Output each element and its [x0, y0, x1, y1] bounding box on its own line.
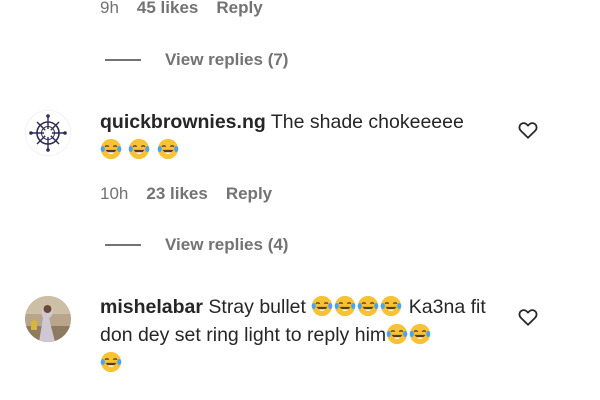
face-with-tears-of-joy-icon	[129, 138, 150, 160]
user-photo-avatar	[25, 296, 71, 342]
view-replies-label: View replies (4)	[165, 235, 289, 254]
comment-time: 10h	[100, 184, 129, 203]
comment-body: mishelabar Stray bullet Ka3na fit don de…	[100, 293, 495, 377]
comment-text: The shade chokeeeee	[270, 111, 464, 133]
view-replies-button[interactable]: View replies (7)	[105, 50, 288, 70]
comment-body: quickbrownies.ng The shade chokeeeee	[100, 108, 495, 164]
face-with-tears-of-joy-icon	[100, 351, 122, 373]
reply-button[interactable]: Reply	[216, 0, 262, 18]
comment-username[interactable]: mishelabar	[100, 296, 203, 318]
face-with-tears-of-joy-icon	[100, 138, 122, 160]
comment-text: Stray bullet	[208, 296, 306, 318]
comment-username[interactable]: quickbrownies.ng	[100, 111, 266, 133]
heart-outline-icon[interactable]	[517, 306, 539, 328]
avatar[interactable]	[25, 110, 71, 156]
view-replies-button[interactable]: View replies (4)	[105, 235, 288, 255]
face-with-tears-of-joy-icon	[157, 138, 179, 160]
heart-outline-icon[interactable]	[517, 119, 539, 141]
comment-meta-row: 10h 23 likes Reply	[100, 184, 272, 204]
quickbrownies-logo-icon	[25, 110, 71, 156]
face-with-tears-of-joy-icon	[386, 323, 408, 345]
emoji-group	[100, 138, 180, 161]
comment-meta-row: 9h 45 likes Reply	[100, 0, 263, 18]
comment-likes[interactable]: 23 likes	[146, 184, 207, 204]
replies-divider-line	[105, 59, 141, 61]
comment-time: 9h	[100, 0, 119, 17]
view-replies-label: View replies (7)	[165, 50, 289, 69]
face-with-tears-of-joy-icon	[335, 295, 356, 317]
reply-button[interactable]: Reply	[226, 184, 272, 204]
face-with-tears-of-joy-icon	[381, 295, 402, 317]
face-with-tears-of-joy-icon	[312, 295, 333, 317]
comment-likes[interactable]: 45 likes	[137, 0, 198, 18]
emoji-group	[311, 295, 408, 318]
face-with-tears-of-joy-icon	[409, 323, 431, 345]
replies-divider-line	[105, 244, 141, 246]
face-with-tears-of-joy-icon	[358, 295, 379, 317]
avatar[interactable]	[25, 296, 71, 342]
